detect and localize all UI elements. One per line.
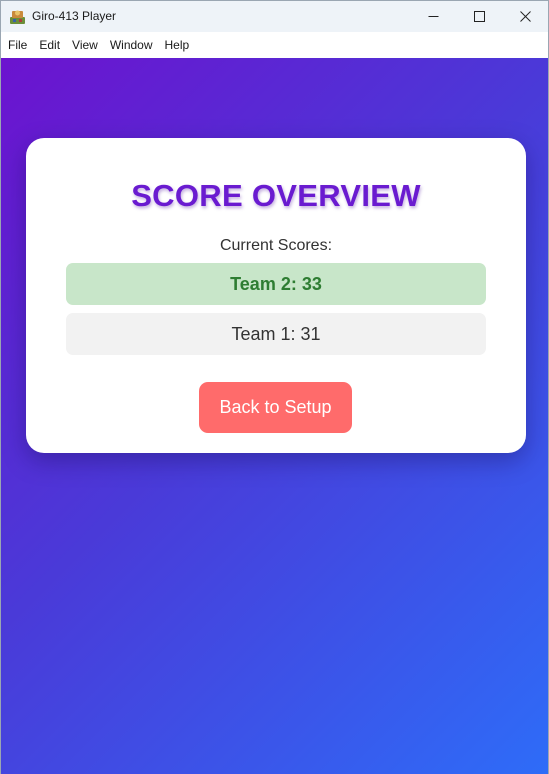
menu-edit[interactable]: Edit — [34, 32, 65, 58]
menu-view[interactable]: View — [67, 32, 103, 58]
minimize-icon — [428, 16, 438, 17]
app-content: SCORE OVERVIEW Current Scores: Team 2: 3… — [1, 58, 548, 774]
menu-help[interactable]: Help — [160, 32, 195, 58]
maximize-button[interactable] — [456, 1, 502, 32]
back-to-setup-button[interactable]: Back to Setup — [199, 382, 352, 433]
window-title: Giro-413 Player — [32, 9, 117, 23]
title-bar[interactable]: Giro-413 Player — [1, 1, 548, 32]
page-title: SCORE OVERVIEW — [131, 178, 421, 213]
score-row: Team 1: 31 — [66, 313, 486, 355]
score-row-leader: Team 2: 33 — [66, 263, 486, 305]
app-logo-icon — [10, 10, 25, 24]
app-window: Giro-413 Player File Edit View Window He… — [0, 0, 549, 774]
close-button[interactable] — [502, 1, 548, 32]
close-icon — [519, 11, 531, 22]
scores-label: Current Scores: — [219, 237, 333, 254]
minimize-button[interactable] — [410, 1, 456, 32]
menu-window[interactable]: Window — [105, 32, 158, 58]
maximize-icon — [473, 11, 485, 22]
menu-file[interactable]: File — [3, 32, 32, 58]
score-card: SCORE OVERVIEW Current Scores: Team 2: 3… — [26, 138, 526, 453]
menu-bar: File Edit View Window Help — [1, 32, 548, 58]
